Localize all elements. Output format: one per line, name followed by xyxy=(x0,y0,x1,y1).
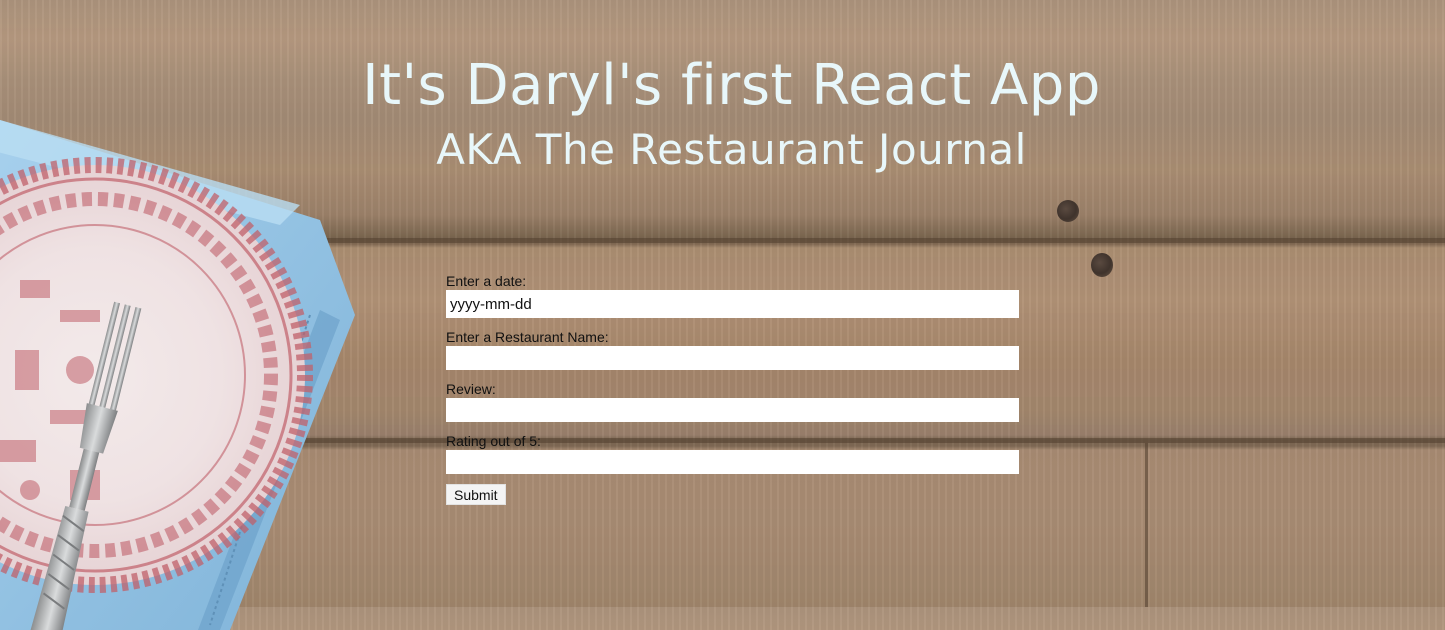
restaurant-name-label: Enter a Restaurant Name: xyxy=(446,329,609,345)
page-subtitle: AKA The Restaurant Journal xyxy=(436,125,1027,174)
rating-input[interactable] xyxy=(446,450,1019,474)
submit-button[interactable]: Submit xyxy=(446,484,506,505)
review-label: Review: xyxy=(446,381,496,397)
date-label: Enter a date: xyxy=(446,273,527,289)
rating-label: Rating out of 5: xyxy=(446,433,541,449)
wood-knot xyxy=(1057,200,1079,222)
page-title: It's Daryl's first React App xyxy=(362,53,1101,118)
plank-seam xyxy=(1145,443,1148,607)
restaurant-name-input[interactable] xyxy=(446,346,1019,370)
review-input[interactable] xyxy=(446,398,1019,422)
wood-knot xyxy=(1091,253,1113,277)
date-input[interactable] xyxy=(446,290,1019,318)
page-header: It's Daryl's first React App AKA The Res… xyxy=(0,48,1445,176)
plate-napkin-fork-illustration xyxy=(0,120,355,630)
restaurant-entry-form: Enter a date: Enter a Restaurant Name: R… xyxy=(446,272,1020,505)
